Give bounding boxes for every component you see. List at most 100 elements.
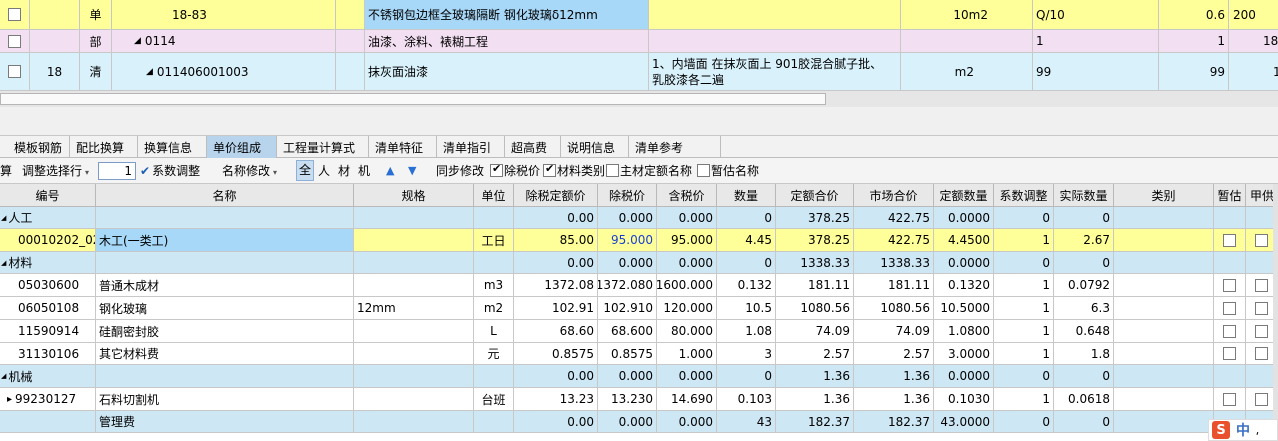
provisional-checkbox[interactable]: [1223, 347, 1236, 360]
owner-supplied-checkbox[interactable]: [1255, 392, 1268, 406]
col-header-tax-price[interactable]: 含税价: [657, 184, 717, 207]
cell-tax-price[interactable]: 120.000: [657, 297, 717, 319]
group-row[interactable]: ◢ 人工 0.00 0.000 0.000 0 378.25 422.75 0.0000 0 0: [0, 207, 1278, 229]
vertical-scrollbar[interactable]: [1273, 184, 1278, 441]
cell-quota-qty[interactable]: 0.1030: [934, 388, 994, 410]
cell-ex-tax-price[interactable]: 0.000: [598, 252, 657, 273]
group-row[interactable]: ◢ 机械 0.00 0.000 0.000 0 1.36 1.36 0.0000 0 0: [0, 365, 1278, 388]
cell-category[interactable]: [1114, 297, 1214, 319]
ex-tax-checkbox[interactable]: ✔ 除税价: [490, 162, 540, 179]
cell-ex-tax-quota-price[interactable]: 0.00: [514, 207, 598, 228]
cell-name[interactable]: 石料切割机: [96, 388, 354, 410]
sync-modify-button[interactable]: 同步修改: [436, 162, 484, 179]
cell-market-total[interactable]: 74.09: [854, 320, 934, 342]
temp-name-checkbox[interactable]: 暂估名称: [697, 162, 759, 179]
cell-quota-total[interactable]: 378.25: [776, 207, 854, 228]
cell-market-total[interactable]: 422.75: [854, 229, 934, 251]
cell-quantity[interactable]: 0: [717, 365, 776, 387]
cell-quota-total[interactable]: 1080.56: [776, 297, 854, 319]
cell-ex-tax-quota-price[interactable]: 0.00: [514, 365, 598, 387]
material-type-checkbox[interactable]: ✔ 材料类别: [543, 162, 605, 179]
main-quota-name-checkbox[interactable]: 主材定额名称: [606, 162, 692, 179]
horizontal-scrollbar[interactable]: [0, 91, 1278, 107]
cell-quota-qty[interactable]: 0.0000: [934, 365, 994, 387]
coefficient-input[interactable]: 1: [98, 161, 136, 180]
cell-ex-tax-quota-price[interactable]: 0.00: [514, 411, 598, 432]
cell-tax-price[interactable]: 95.000: [657, 229, 717, 251]
col-header-provisional[interactable]: 暂估: [1214, 184, 1246, 207]
cell-quota-total[interactable]: 74.09: [776, 320, 854, 342]
table-row[interactable]: ▸ 99230127 石料切割机 台班 13.23 13.230 14.690 0.103 1.…: [0, 388, 1278, 411]
cell-coef-adjust[interactable]: 1: [994, 229, 1054, 251]
cell-coef-adjust[interactable]: 1: [994, 274, 1054, 296]
cell-ex-tax-price[interactable]: 68.600: [598, 320, 657, 342]
cell-tax-price[interactable]: 0.000: [657, 207, 717, 228]
cell-quota-qty[interactable]: 10.5000: [934, 297, 994, 319]
tab-mix-conversion[interactable]: 配比换算: [70, 136, 138, 158]
cell-quantity[interactable]: 43: [717, 411, 776, 432]
tab-conversion-info[interactable]: 换算信息: [138, 136, 207, 158]
cell-market-total[interactable]: 2.57: [854, 343, 934, 364]
cell-code[interactable]: 05030600: [0, 274, 96, 296]
collapse-icon[interactable]: ◢: [1, 259, 6, 267]
row-checkbox[interactable]: [8, 65, 21, 78]
cell-ex-tax-price[interactable]: 0.000: [598, 365, 657, 387]
cell-ex-tax-quota-price[interactable]: 13.23: [514, 388, 598, 410]
cell-ex-tax-quota-price[interactable]: 68.60: [514, 320, 598, 342]
cell-ex-tax-quota-price[interactable]: 85.00: [514, 229, 598, 251]
cell-market-total[interactable]: 182.37: [854, 411, 934, 432]
cell-ex-tax-price[interactable]: 95.000: [598, 229, 657, 251]
cell-category[interactable]: [1114, 229, 1214, 251]
col-header-market-total[interactable]: 市场合价: [854, 184, 934, 207]
cell-spec[interactable]: [354, 365, 474, 387]
cell-quantity[interactable]: 0: [717, 207, 776, 228]
cell-coef-adjust[interactable]: 0: [994, 252, 1054, 273]
cell-category[interactable]: [1114, 388, 1214, 410]
cell-quantity[interactable]: 0.103: [717, 388, 776, 410]
collapse-icon[interactable]: ◢: [1, 372, 6, 380]
provisional-checkbox[interactable]: [1223, 233, 1236, 247]
collapse-icon[interactable]: ◢: [1, 214, 6, 222]
scrollbar-thumb[interactable]: [0, 93, 826, 105]
cell-unit[interactable]: [474, 252, 514, 273]
tab-height-fee[interactable]: 超高费: [505, 136, 561, 158]
cell-spec[interactable]: [354, 411, 474, 432]
cell-name[interactable]: 钢化玻璃: [96, 297, 354, 319]
cell-quota-total[interactable]: 1338.33: [776, 252, 854, 273]
cell-category[interactable]: [1114, 207, 1214, 228]
filter-all-button[interactable]: 全: [296, 160, 314, 181]
col-header-unit[interactable]: 单位: [474, 184, 514, 207]
cell-spec[interactable]: 12mm: [354, 297, 474, 319]
owner-supplied-checkbox[interactable]: [1255, 233, 1268, 247]
provisional-checkbox[interactable]: [1223, 301, 1236, 315]
cell-spec[interactable]: [354, 207, 474, 228]
cell-ex-tax-price[interactable]: 13.230: [598, 388, 657, 410]
cell-ex-tax-price[interactable]: 0.000: [598, 207, 657, 228]
cell-quota-total[interactable]: 1.36: [776, 388, 854, 410]
table-row[interactable]: 06050108 钢化玻璃 12mm m2 102.91 102.910 120.000 10…: [0, 297, 1278, 320]
cell-quota-qty[interactable]: 3.0000: [934, 343, 994, 364]
col-header-ex-tax-price[interactable]: 除税价: [598, 184, 657, 207]
cell-name[interactable]: 普通木成材: [96, 274, 354, 296]
cell-ex-tax-price[interactable]: 0.8575: [598, 343, 657, 364]
cell-ex-tax-quota-price[interactable]: 1372.08: [514, 274, 598, 296]
col-header-category[interactable]: 类别: [1114, 184, 1214, 207]
cell-name[interactable]: 硅酮密封胶: [96, 320, 354, 342]
calc-button[interactable]: 算: [0, 162, 12, 179]
cell-quota-qty[interactable]: 43.0000: [934, 411, 994, 432]
cell-coef-adjust[interactable]: 0: [994, 411, 1054, 432]
move-up-icon[interactable]: ▲: [386, 164, 394, 177]
cell-actual-qty[interactable]: 6.3: [1054, 297, 1114, 319]
cell-unit[interactable]: 台班: [474, 388, 514, 410]
filter-machine-button[interactable]: 机: [358, 162, 370, 179]
cell-name[interactable]: 管理费: [96, 411, 354, 432]
cell-quantity[interactable]: 0.132: [717, 274, 776, 296]
tab-description-info[interactable]: 说明信息: [561, 136, 629, 158]
cell-quota-qty[interactable]: 1.0800: [934, 320, 994, 342]
cell-quantity[interactable]: 4.45: [717, 229, 776, 251]
cell-quota-total[interactable]: 378.25: [776, 229, 854, 251]
cell-spec[interactable]: [354, 343, 474, 364]
tab-unit-price-composition[interactable]: 单价组成: [207, 136, 277, 158]
collapse-icon[interactable]: ◢: [146, 67, 153, 77]
cell-unit[interactable]: 工日: [474, 229, 514, 251]
